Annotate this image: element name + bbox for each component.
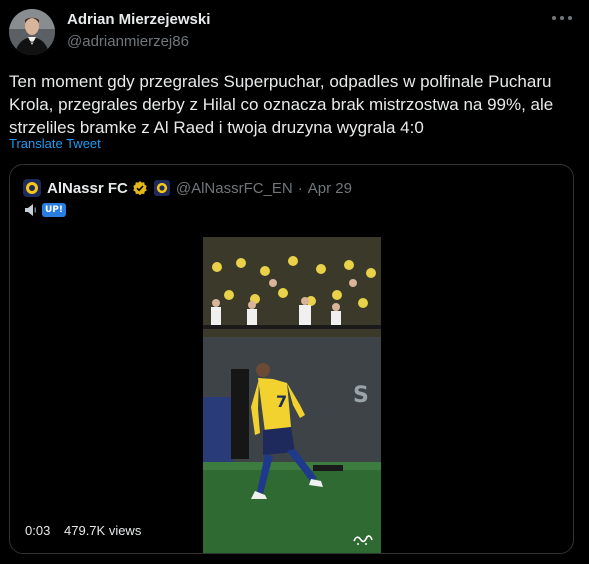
author-handle[interactable]: @adrianmierzej86 (67, 33, 189, 50)
author-name[interactable]: Adrian Mierzejewski (67, 11, 210, 28)
tweet-text: Ten moment gdy przegrales Superpuchar, o… (9, 72, 554, 137)
author-avatar[interactable] (9, 9, 55, 55)
quoted-tweet-card[interactable]: AlNassr FC @AlNassrFC_EN · Apr 29 UP! S … (9, 164, 574, 554)
quoted-tweet-header: AlNassr FC @AlNassrFC_EN · Apr 29 (23, 178, 352, 198)
quoted-tweet-text: UP! (24, 203, 67, 217)
svg-text:S: S (353, 383, 369, 408)
jersey-number: 7 (276, 392, 287, 411)
verified-icon (133, 181, 147, 196)
video-player[interactable]: S 7 (203, 237, 381, 553)
video-watermark-icon (353, 535, 373, 545)
more-icon[interactable] (551, 12, 573, 24)
translate-tweet-link[interactable]: Translate Tweet (9, 136, 101, 151)
video-view-count: 479.7K views (64, 523, 142, 538)
up-button-emoji: UP! (42, 203, 67, 217)
quoted-tweet-date[interactable]: Apr 29 (308, 180, 352, 197)
header-separator: · (297, 179, 303, 197)
video-timestamp: 0:03 (25, 523, 51, 538)
quoted-author-handle[interactable]: @AlNassrFC_EN (176, 180, 293, 197)
quoted-author-name[interactable]: AlNassr FC (47, 180, 128, 197)
club-badge-icon (153, 180, 170, 196)
club-logo-icon (23, 179, 41, 197)
speaker-icon (25, 204, 36, 216)
